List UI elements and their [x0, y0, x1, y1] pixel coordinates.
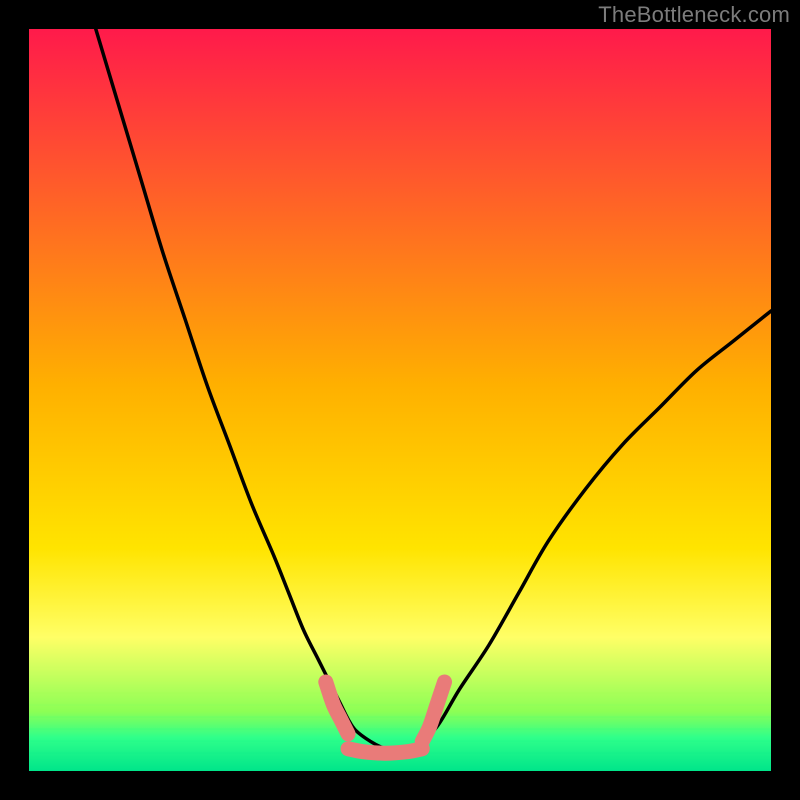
highlight-segment — [348, 749, 422, 753]
plot-svg — [29, 29, 771, 771]
gradient-background — [29, 29, 771, 771]
watermark-text: TheBottleneck.com — [598, 2, 790, 28]
plot-area — [29, 29, 771, 771]
chart-frame: TheBottleneck.com — [0, 0, 800, 800]
